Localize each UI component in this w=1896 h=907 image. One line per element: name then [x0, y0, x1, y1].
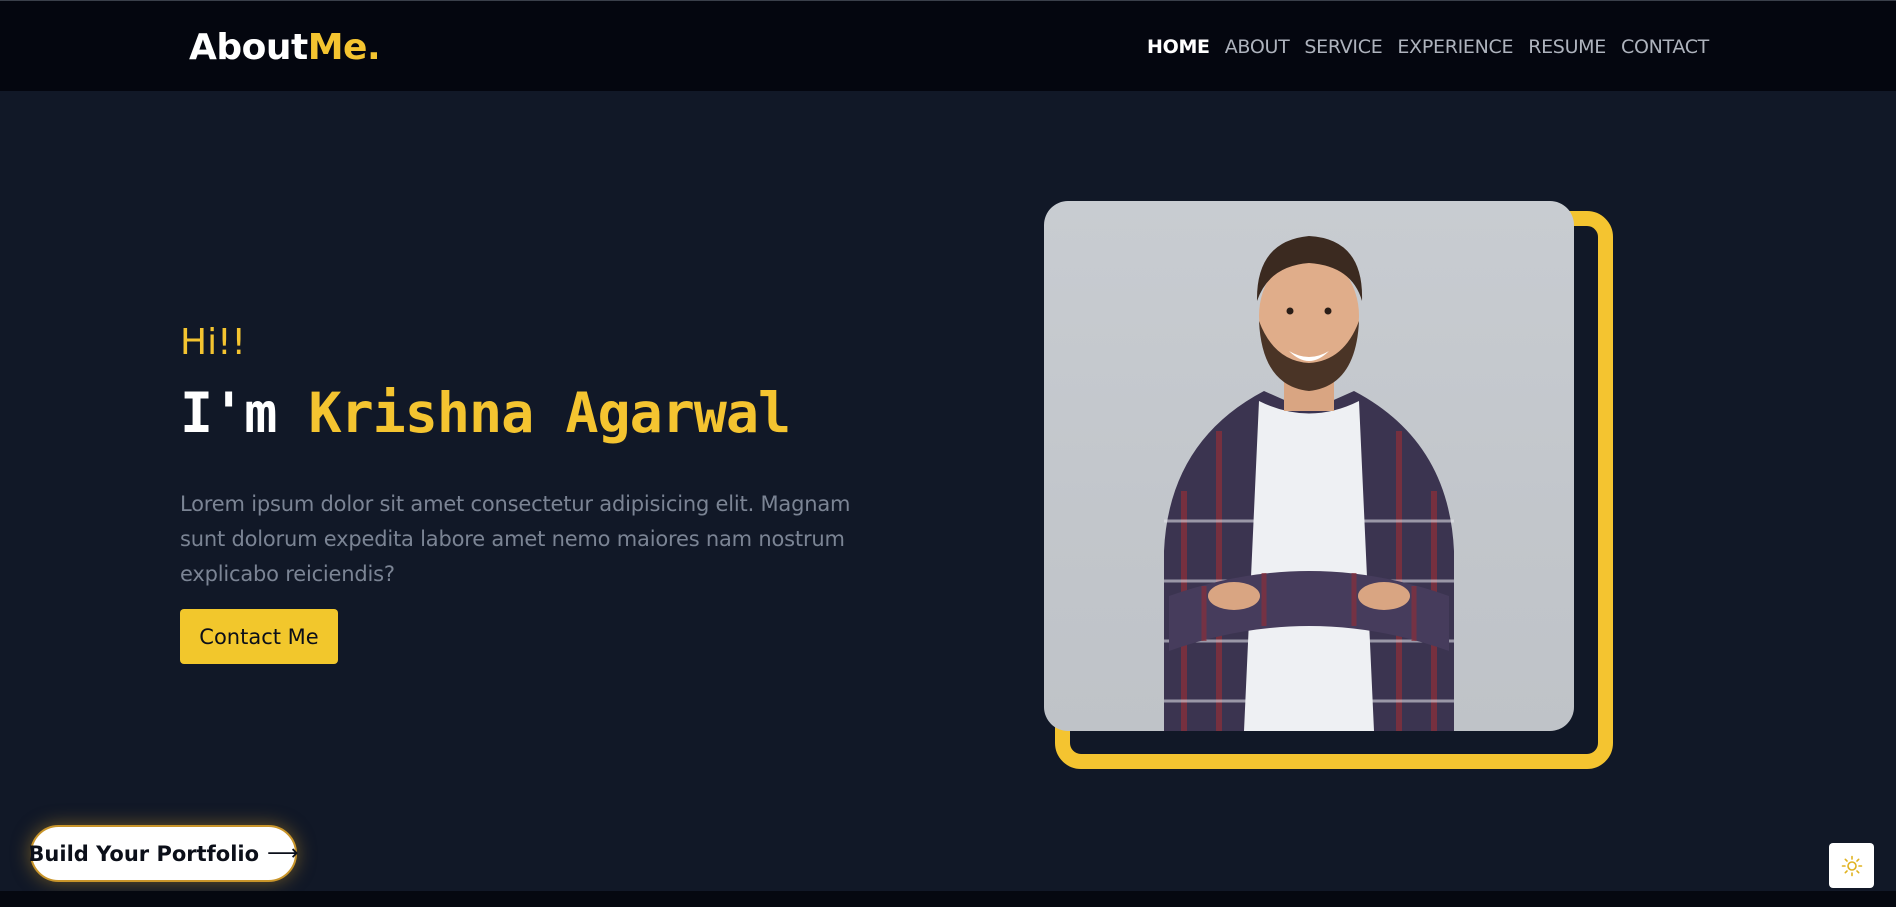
sun-icon — [1841, 855, 1862, 876]
build-portfolio-button[interactable]: Build Your Portfolio ⟶ — [28, 825, 299, 882]
headline-name: Krishna Agarwal — [308, 381, 791, 445]
hero-intro-text: Lorem ipsum dolor sit amet consectetur a… — [180, 492, 851, 586]
hero-section: Hi!! I'm Krishna Agarwal Lorem ipsum dol… — [0, 91, 1896, 891]
build-portfolio-label: Build Your Portfolio — [28, 841, 260, 866]
main-menu: HOME ABOUT SERVICE EXPERIENCE RESUME CON… — [1147, 36, 1709, 58]
contact-me-button[interactable]: Contact Me — [180, 609, 338, 664]
nav-link-experience[interactable]: EXPERIENCE — [1397, 36, 1513, 58]
person-illustration — [1164, 236, 1454, 731]
profile-photo — [1044, 201, 1574, 731]
headline-prefix: I'm — [180, 381, 309, 445]
logo-text-accent: Me. — [307, 27, 381, 68]
site-logo[interactable]: AboutMe. — [189, 27, 381, 68]
nav-link-contact[interactable]: CONTACT — [1621, 36, 1709, 58]
nav-link-about[interactable]: ABOUT — [1225, 36, 1290, 58]
nav-link-service[interactable]: SERVICE — [1304, 36, 1382, 58]
theme-toggle-button[interactable] — [1829, 843, 1874, 888]
top-navbar: AboutMe. HOME ABOUT SERVICE EXPERIENCE R… — [0, 0, 1896, 91]
hero-greeting: Hi!! — [180, 322, 246, 363]
nav-link-home[interactable]: HOME — [1147, 36, 1210, 58]
page-bottom-edge — [0, 891, 1896, 907]
hero-headline: I'm Krishna Agarwal — [180, 381, 791, 445]
logo-text-main: About — [189, 27, 308, 68]
arrow-right-icon: ⟶ — [267, 841, 299, 866]
nav-link-resume[interactable]: RESUME — [1528, 36, 1606, 58]
